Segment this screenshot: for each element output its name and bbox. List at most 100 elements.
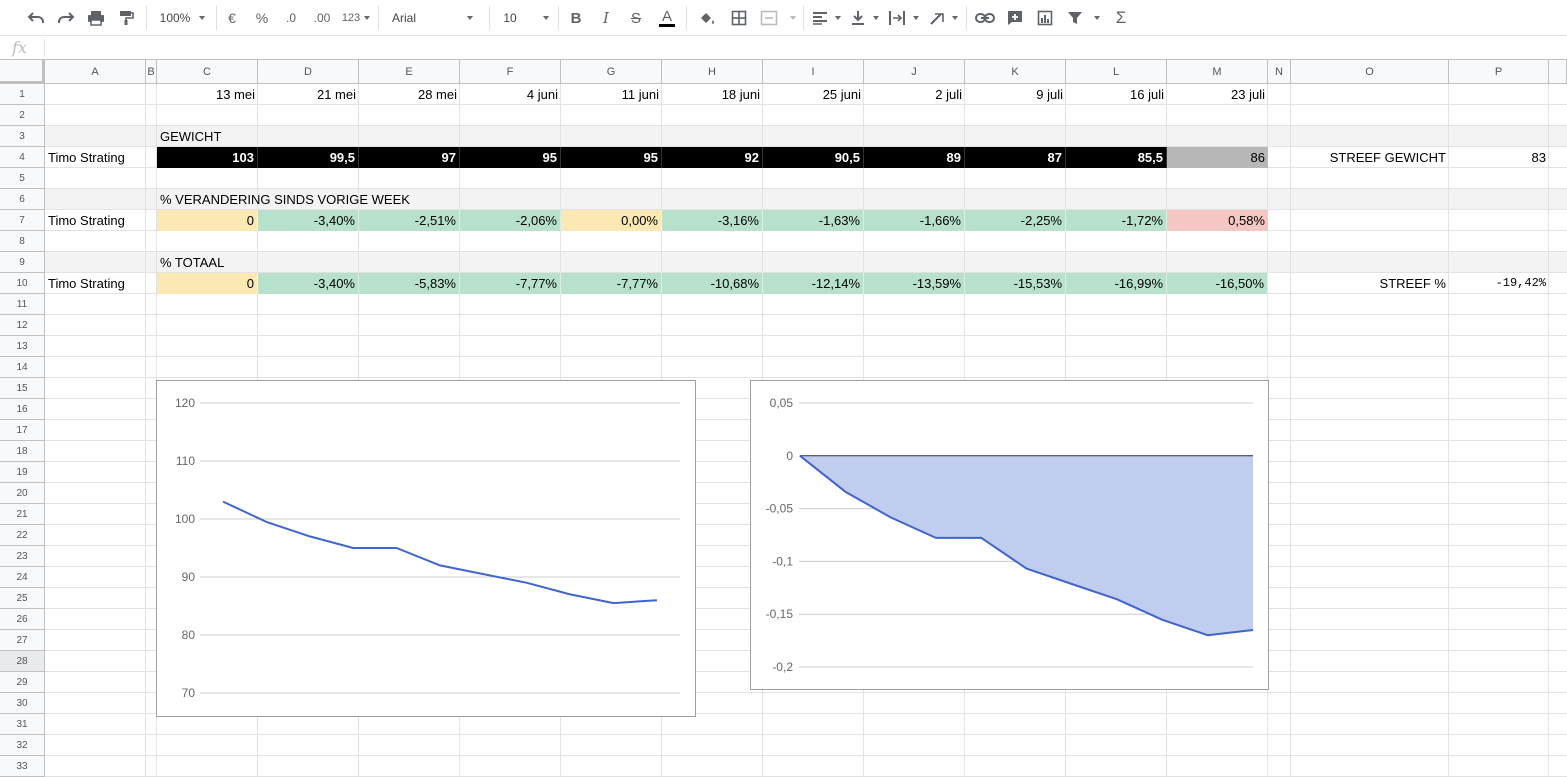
total-change-cell[interactable]: -12,14%: [763, 273, 864, 294]
total-change-cell[interactable]: -7,77%: [460, 273, 561, 294]
total-change-cell[interactable]: -10,68%: [662, 273, 763, 294]
fill-color-icon[interactable]: [696, 0, 718, 36]
row-header-31[interactable]: 31: [0, 714, 45, 735]
weekly-change-cell[interactable]: -1,72%: [1066, 210, 1167, 231]
row-header-18[interactable]: 18: [0, 441, 45, 462]
weekly-change-cell[interactable]: -2,51%: [359, 210, 460, 231]
date-header-cell[interactable]: 25 juni: [763, 84, 864, 105]
insert-link-icon[interactable]: [974, 0, 996, 36]
total-change-area-chart[interactable]: 0,05 0 -0,05 -0,1 -0,15 -0,2: [750, 380, 1269, 690]
row-header-23[interactable]: 23: [0, 546, 45, 567]
column-header-e[interactable]: E: [359, 60, 460, 84]
weight-cell[interactable]: 90,5: [763, 147, 864, 168]
date-header-cell[interactable]: 28 mei: [359, 84, 460, 105]
date-header-cell[interactable]: 11 juni: [561, 84, 662, 105]
person-name-cell[interactable]: Timo Strating: [45, 273, 146, 294]
date-header-cell[interactable]: 13 mei: [157, 84, 258, 105]
row-header-21[interactable]: 21: [0, 504, 45, 525]
text-wrapping-icon[interactable]: [887, 0, 907, 36]
currency-button[interactable]: €: [220, 0, 244, 36]
weekly-change-cell[interactable]: -1,66%: [864, 210, 965, 231]
font-size-select[interactable]: 10: [502, 0, 518, 36]
row-header-14[interactable]: 14: [0, 357, 45, 378]
increase-decimals-button[interactable]: .00: [309, 0, 335, 36]
date-header-cell[interactable]: 4 juni: [460, 84, 561, 105]
bold-button[interactable]: B: [566, 0, 586, 36]
target-weight-label[interactable]: STREEF GEWICHT: [1291, 147, 1449, 168]
row-header-5[interactable]: 5: [0, 168, 45, 189]
person-name-cell[interactable]: Timo Strating: [45, 210, 146, 231]
date-header-cell[interactable]: 16 juli: [1066, 84, 1167, 105]
decrease-decimals-button[interactable]: .0: [279, 0, 303, 36]
column-header-c[interactable]: C: [157, 60, 258, 84]
date-header-cell[interactable]: 21 mei: [258, 84, 359, 105]
more-formats-button[interactable]: 123: [338, 0, 364, 36]
zoom-select[interactable]: 100%: [150, 0, 200, 36]
section-title-weight[interactable]: GEWICHT: [157, 126, 557, 147]
column-header-a[interactable]: A: [45, 60, 146, 84]
strikethrough-button[interactable]: S: [626, 0, 646, 36]
row-header-30[interactable]: 30: [0, 693, 45, 714]
row-header-12[interactable]: 12: [0, 315, 45, 336]
section-title-total-change[interactable]: % TOTAAL: [157, 252, 557, 273]
column-header-n[interactable]: N: [1268, 60, 1291, 84]
merge-cells-icon[interactable]: [758, 0, 780, 36]
section-title-weekly-change[interactable]: % VERANDERING SINDS VORIGE WEEK: [157, 189, 557, 210]
weight-line-chart[interactable]: 120 110 100 90 80 70: [156, 380, 696, 717]
weight-cell[interactable]: 85,5: [1066, 147, 1167, 168]
total-change-cell[interactable]: -13,59%: [864, 273, 965, 294]
row-header-1[interactable]: 1: [0, 84, 45, 105]
person-name-cell[interactable]: Timo Strating: [45, 147, 146, 168]
row-header-22[interactable]: 22: [0, 525, 45, 546]
text-rotation-icon[interactable]: [927, 0, 949, 36]
row-header-2[interactable]: 2: [0, 105, 45, 126]
total-change-cell[interactable]: 0: [157, 273, 258, 294]
row-header-11[interactable]: 11: [0, 294, 45, 315]
column-header-d[interactable]: D: [258, 60, 359, 84]
weekly-change-cell[interactable]: 0: [157, 210, 258, 231]
row-header-16[interactable]: 16: [0, 399, 45, 420]
functions-button[interactable]: Σ: [1110, 0, 1132, 36]
weight-cell[interactable]: 92: [662, 147, 763, 168]
insert-comment-icon[interactable]: [1004, 0, 1026, 36]
column-header-h[interactable]: H: [662, 60, 763, 84]
weekly-change-cell[interactable]: -3,40%: [258, 210, 359, 231]
column-header-i[interactable]: I: [763, 60, 864, 84]
weight-cell[interactable]: 99,5: [258, 147, 359, 168]
date-header-cell[interactable]: 18 juni: [662, 84, 763, 105]
column-header-l[interactable]: L: [1066, 60, 1167, 84]
row-header-20[interactable]: 20: [0, 483, 45, 504]
italic-button[interactable]: I: [596, 0, 616, 36]
select-all-corner[interactable]: [0, 60, 45, 84]
weekly-change-cell[interactable]: -3,16%: [662, 210, 763, 231]
row-header-27[interactable]: 27: [0, 630, 45, 651]
font-select[interactable]: Arial: [392, 0, 420, 36]
row-header-32[interactable]: 32: [0, 735, 45, 756]
borders-icon[interactable]: [728, 0, 750, 36]
target-pct-label[interactable]: STREEF %: [1291, 273, 1449, 294]
target-pct-value[interactable]: -19,42%: [1449, 273, 1549, 294]
total-change-cell[interactable]: -16,50%: [1167, 273, 1268, 294]
row-header-13[interactable]: 13: [0, 336, 45, 357]
weight-cell[interactable]: 86: [1167, 147, 1268, 168]
horizontal-align-icon[interactable]: [810, 0, 830, 36]
weight-cell[interactable]: 95: [561, 147, 662, 168]
row-header-15[interactable]: 15: [0, 378, 45, 399]
weight-cell[interactable]: 87: [965, 147, 1066, 168]
total-change-cell[interactable]: -3,40%: [258, 273, 359, 294]
formula-input[interactable]: [52, 36, 1552, 60]
target-weight-value[interactable]: 83: [1449, 147, 1549, 168]
total-change-cell[interactable]: -5,83%: [359, 273, 460, 294]
column-header-k[interactable]: K: [965, 60, 1066, 84]
row-header-25[interactable]: 25: [0, 588, 45, 609]
row-header-29[interactable]: 29: [0, 672, 45, 693]
row-header-8[interactable]: 8: [0, 231, 45, 252]
column-header-j[interactable]: J: [864, 60, 965, 84]
total-change-cell[interactable]: -7,77%: [561, 273, 662, 294]
text-color-button[interactable]: A: [656, 0, 678, 36]
weekly-change-cell[interactable]: -1,63%: [763, 210, 864, 231]
column-header-m[interactable]: M: [1167, 60, 1268, 84]
column-header-p[interactable]: P: [1449, 60, 1549, 84]
print-icon[interactable]: [84, 0, 108, 36]
weekly-change-cell[interactable]: 0,00%: [561, 210, 662, 231]
